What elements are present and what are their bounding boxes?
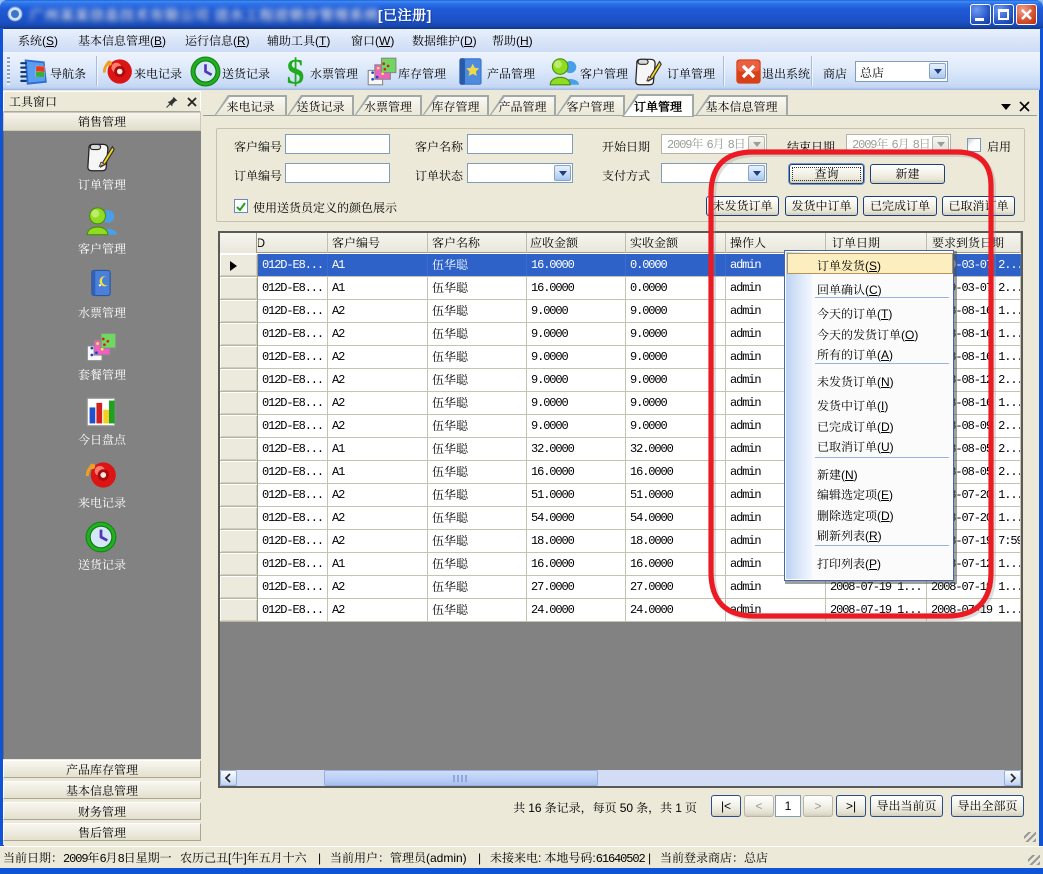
- svg-text:$: $: [287, 56, 305, 87]
